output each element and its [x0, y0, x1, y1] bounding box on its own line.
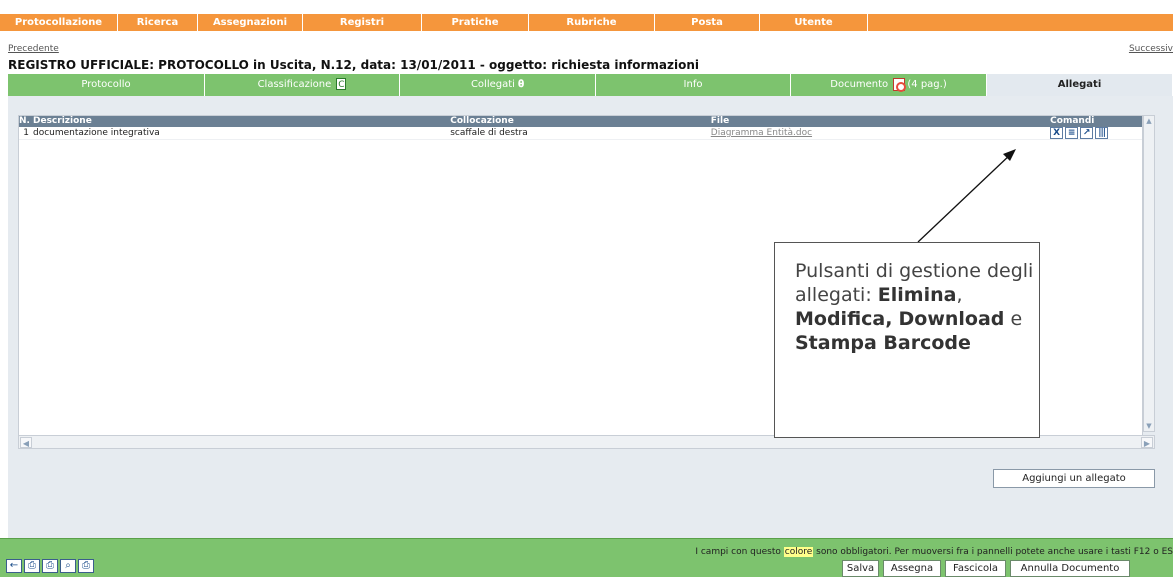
- footer-bar: I campi con questo colore sono obbligato…: [0, 538, 1173, 577]
- callout-modifica: Modifica,: [795, 308, 893, 330]
- barcode-icon[interactable]: |||: [1095, 127, 1109, 139]
- footer-icons: ← ⎙ ⎙ ⌕ ⎙: [6, 559, 94, 573]
- row-number: 1: [23, 128, 29, 138]
- row-commands: X ≡ ↗ |||: [1048, 127, 1142, 139]
- scroll-right-icon[interactable]: ▶: [1141, 437, 1153, 448]
- top-menu: Protocollazione Ricerca Assegnazioni Reg…: [0, 14, 1173, 31]
- menu-assegnazioni[interactable]: Assegnazioni: [198, 14, 303, 31]
- tab-classificazione[interactable]: Classificazione C: [205, 74, 400, 96]
- menu-pratiche[interactable]: Pratiche: [422, 14, 529, 31]
- menu-ricerca[interactable]: Ricerca: [118, 14, 198, 31]
- file-button[interactable]: Fascicola: [945, 560, 1006, 577]
- note-post: sono obbligatori. Per muoversi fra i pan…: [816, 547, 1173, 557]
- required-fields-note: I campi con questo colore sono obbligato…: [695, 547, 1173, 557]
- menu-protocollazione[interactable]: Protocollazione: [0, 14, 118, 31]
- back-arrow-icon[interactable]: ←: [6, 559, 22, 573]
- document-pages: (4 pag.): [907, 79, 947, 90]
- cancel-document-button[interactable]: Annulla Documento: [1010, 560, 1130, 577]
- scroll-down-icon[interactable]: ▼: [1144, 421, 1154, 431]
- file-link[interactable]: Diagramma Entità.doc: [711, 128, 812, 138]
- tab-allegati-label: Allegati: [1057, 79, 1102, 90]
- printer-icon[interactable]: ⎙: [78, 559, 94, 573]
- tab-collegati-label: Collegati: [470, 79, 515, 90]
- scroll-up-icon[interactable]: ▲: [1144, 116, 1154, 126]
- header-file: File: [710, 116, 730, 126]
- menu-posta[interactable]: Posta: [655, 14, 760, 31]
- tab-bar: Protocollo Classificazione C Collegati 𝛉…: [8, 74, 1173, 96]
- tab-protocollo[interactable]: Protocollo: [8, 74, 205, 96]
- grid-header: N. Descrizione Collocazione File Comandi: [19, 116, 1142, 127]
- paperclip-icon: 𝛉: [518, 79, 525, 90]
- menu-registri[interactable]: Registri: [303, 14, 422, 31]
- print-alt-icon[interactable]: ⎙: [42, 559, 58, 573]
- menu-utente[interactable]: Utente: [760, 14, 868, 31]
- assign-button[interactable]: Assegna: [883, 560, 941, 577]
- row-collocazione: scaffale di destra: [450, 128, 528, 138]
- edit-icon[interactable]: ≡: [1065, 127, 1079, 139]
- pdf-icon: [893, 77, 907, 92]
- tab-info-label: Info: [683, 79, 703, 90]
- row-file: Diagramma Entità.doc: [709, 127, 1048, 139]
- tab-collegati[interactable]: Collegati 𝛉: [400, 74, 596, 96]
- callout-elimina: Elimina: [877, 284, 957, 306]
- page-title: REGISTRO UFFICIALE: PROTOCOLLO in Uscita…: [8, 58, 699, 72]
- vertical-scrollbar[interactable]: ▲ ▼: [1143, 115, 1155, 432]
- table-row: 1 documentazione integrativa scaffale di…: [19, 127, 1142, 140]
- header-n: N.: [19, 116, 30, 126]
- row-descrizione: documentazione integrativa: [32, 128, 160, 138]
- classification-badge: C: [336, 78, 347, 90]
- callout-stampa: Stampa Barcode: [795, 332, 971, 354]
- tab-classificazione-label: Classificazione: [257, 79, 332, 90]
- header-comandi: Comandi: [1050, 116, 1095, 126]
- delete-icon[interactable]: X: [1050, 127, 1064, 139]
- tab-allegati[interactable]: Allegati: [987, 74, 1173, 96]
- menu-rubriche[interactable]: Rubriche: [529, 14, 655, 31]
- callout-box: Pulsanti di gestione degli allegati: Eli…: [774, 242, 1040, 438]
- header-collocazione: Collocazione: [450, 116, 514, 126]
- previous-link[interactable]: Precedente: [8, 44, 59, 54]
- save-button[interactable]: Salva: [842, 560, 879, 577]
- next-link[interactable]: Successiv: [1129, 44, 1173, 54]
- tab-documento-label: Documento: [830, 79, 889, 90]
- note-pre: I campi con questo: [695, 547, 781, 557]
- callout-e: e: [1010, 308, 1023, 330]
- print-icon[interactable]: ⎙: [24, 559, 40, 573]
- tab-info[interactable]: Info: [596, 74, 791, 96]
- footer-buttons: Salva Assegna Fascicola Annulla Document…: [842, 560, 1134, 577]
- note-color-sample: colore: [783, 547, 814, 557]
- print-preview-icon[interactable]: ⌕: [60, 559, 76, 573]
- tab-protocollo-label: Protocollo: [81, 79, 131, 90]
- scroll-left-icon[interactable]: ◀: [20, 437, 32, 448]
- callout-download: Download: [898, 308, 1005, 330]
- add-attachment-button[interactable]: Aggiungi un allegato: [993, 469, 1155, 488]
- header-descrizione: Descrizione: [33, 116, 92, 126]
- download-icon[interactable]: ↗: [1080, 127, 1094, 139]
- tab-documento[interactable]: Documento (4 pag.): [791, 74, 987, 96]
